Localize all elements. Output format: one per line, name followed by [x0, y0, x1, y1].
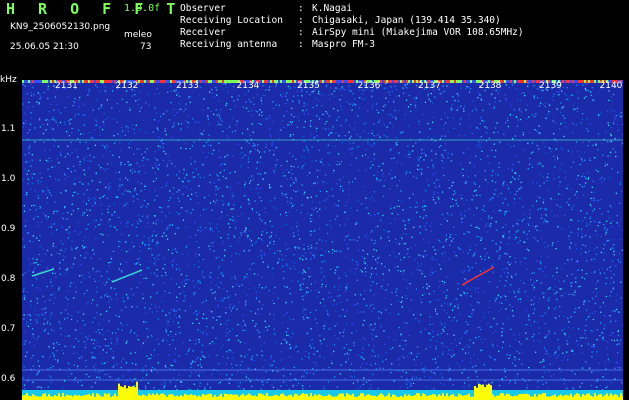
- y-tick-label: 0.8: [1, 274, 16, 284]
- y-tick-label: 0.6: [1, 374, 16, 384]
- observation-info: Observer: K.Nagai Receiving Location: Chig…: [180, 3, 524, 51]
- x-tick-label: 2136: [357, 81, 381, 91]
- y-axis-labels: 1.1 1.0 0.9 0.8 0.7 0.6: [0, 74, 22, 400]
- count-label: 73: [140, 42, 152, 52]
- x-tick-label: 2133: [176, 81, 199, 91]
- x-tick-label: 2131: [55, 81, 78, 91]
- x-tick-label: 2134: [236, 81, 260, 91]
- y-tick-label: 1.1: [1, 124, 16, 134]
- x-tick-label: 2132: [115, 81, 139, 91]
- info-row-location: Receiving Location: Chigasaki, Japan (139…: [180, 15, 501, 26]
- version-label: 1.0.0f: [124, 3, 161, 14]
- info-row-observer: Observer: K.Nagai: [180, 3, 353, 14]
- spectrogram-canvas: [22, 80, 623, 400]
- info-row-antenna: Receiving antenna: Maspro FM-3: [180, 39, 375, 50]
- info-row-receiver: Receiver: AirSpy mini (Miakejima VOR 108.…: [180, 27, 524, 38]
- spectrogram-background: [22, 80, 623, 400]
- x-tick-label: 2138: [478, 81, 502, 91]
- x-tick-label: 2140: [599, 81, 623, 91]
- x-tick-label: 2137: [418, 81, 441, 91]
- y-tick-label: 0.9: [1, 224, 16, 234]
- y-tick-label: 1.0: [1, 174, 16, 184]
- site-label: meleo: [124, 30, 152, 40]
- header-panel: H R O F F T 1.0.0f KN9_2506052130.png me…: [0, 0, 629, 74]
- x-tick-label: 2139: [539, 81, 562, 91]
- filename-label: KN9_2506052130.png: [10, 22, 111, 32]
- spectrogram-plot: [22, 80, 623, 400]
- y-tick-label: 0.7: [1, 324, 16, 334]
- x-tick-label: 2135: [297, 81, 320, 91]
- datetime-label: 25.06.05 21:30: [10, 42, 79, 52]
